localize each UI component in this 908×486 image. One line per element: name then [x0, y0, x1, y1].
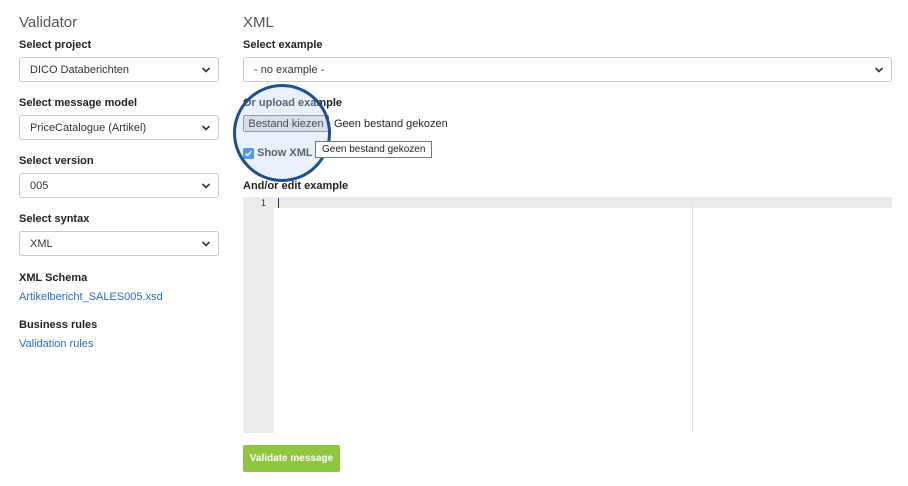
syntax-select[interactable]: XML — [19, 231, 219, 256]
validation-rules-link[interactable]: Validation rules — [19, 338, 93, 350]
business-rules-label: Business rules — [19, 319, 98, 331]
version-select-value: 005 — [30, 179, 49, 192]
edit-example-label: And/or edit example — [243, 180, 349, 192]
xml-schema-label: XML Schema — [19, 272, 88, 284]
editor-gutter: 1 — [243, 197, 274, 433]
xml-schema-link[interactable]: Artikelbericht_SALES005.xsd — [19, 291, 163, 303]
example-select-value: - no example - — [254, 63, 325, 76]
example-select[interactable]: - no example - — [243, 57, 892, 82]
active-line-highlight — [274, 197, 892, 208]
select-message-model-label: Select message model — [19, 97, 138, 109]
select-syntax-label: Select syntax — [19, 213, 90, 225]
xml-title: XML — [243, 14, 274, 31]
chevron-down-icon — [874, 67, 884, 73]
chevron-down-icon — [201, 183, 211, 189]
project-select[interactable]: DICO Databerichten — [19, 57, 219, 82]
select-version-label: Select version — [19, 155, 94, 167]
select-example-label: Select example — [243, 39, 323, 51]
print-margin — [692, 197, 693, 433]
text-cursor — [278, 198, 279, 208]
version-select[interactable]: 005 — [19, 173, 219, 198]
no-file-chosen-text: Geen bestand gekozen — [334, 118, 448, 130]
file-input-tooltip: Geen bestand gekozen — [315, 141, 433, 158]
xml-code-editor[interactable]: 1 — [243, 197, 892, 433]
message-model-select-value: PriceCatalogue (Artikel) — [30, 121, 147, 134]
select-project-label: Select project — [19, 39, 92, 51]
chevron-down-icon — [201, 241, 211, 247]
syntax-select-value: XML — [30, 237, 53, 250]
zoom-highlight-circle — [233, 84, 331, 182]
validator-title: Validator — [19, 14, 78, 31]
chevron-down-icon — [201, 125, 211, 131]
project-select-value: DICO Databerichten — [30, 63, 130, 76]
line-number: 1 — [260, 199, 266, 209]
validate-message-button[interactable]: Validate message — [243, 445, 340, 472]
chevron-down-icon — [201, 67, 211, 73]
message-model-select[interactable]: PriceCatalogue (Artikel) — [19, 115, 219, 140]
